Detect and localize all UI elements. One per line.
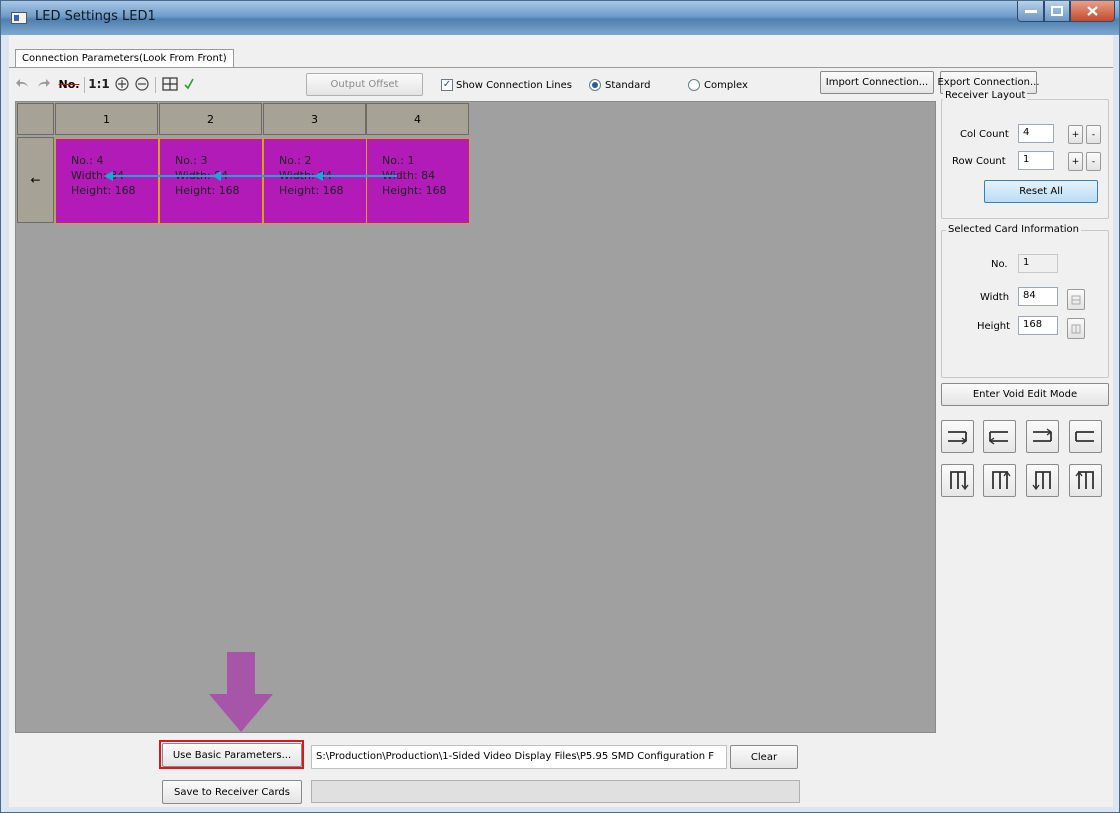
card-width-label: Width: [980, 292, 1010, 303]
apply-width-icon[interactable]: [1067, 289, 1085, 310]
title-bar: LED Settings LED1: [1, 1, 1119, 35]
config-file-path-field[interactable]: S:\Production\Production\1-Sided Video D…: [311, 745, 727, 769]
route-horizontal-left-icon[interactable]: [983, 420, 1016, 453]
route-vertical-down-left-icon[interactable]: [1026, 464, 1059, 497]
complex-label: Complex: [704, 79, 748, 91]
route-horizontal-left-top-icon[interactable]: [1069, 420, 1102, 453]
complex-radio[interactable]: Complex: [688, 79, 748, 91]
connection-line: [107, 175, 397, 177]
maximize-button[interactable]: [1044, 1, 1070, 22]
toolbar-separator: [84, 77, 85, 93]
card-height-label: Height: [977, 321, 1011, 332]
actual-size-button[interactable]: 1:1: [88, 74, 110, 94]
grid-icon[interactable]: [161, 74, 179, 94]
standard-label: Standard: [605, 79, 651, 91]
selected-card-title: Selected Card Information: [946, 224, 1081, 235]
receiver-card[interactable]: No.: 3 Width: 84 Height: 168: [159, 138, 263, 224]
apply-height-icon[interactable]: [1067, 318, 1085, 339]
window-controls: [1017, 1, 1115, 23]
highlight-box: [159, 740, 304, 769]
show-connection-lines-checkbox[interactable]: ✓ Show Connection Lines: [441, 79, 572, 91]
connection-arrow-icon: [212, 171, 221, 181]
column-header[interactable]: 4: [366, 103, 469, 135]
grid-corner: [17, 103, 54, 135]
right-panel: Receiver Layout Col Count 4 + - Row Coun…: [939, 79, 1113, 739]
route-vertical-up-icon[interactable]: [983, 464, 1016, 497]
col-count-label: Col Count: [960, 129, 1009, 140]
window-title: LED Settings LED1: [35, 9, 156, 24]
standard-radio[interactable]: Standard: [589, 79, 651, 91]
minimize-icon: [1024, 10, 1037, 13]
row-count-field[interactable]: 1: [1018, 151, 1054, 170]
enter-void-edit-mode-button[interactable]: Enter Void Edit Mode: [941, 383, 1109, 406]
card-height: Height: 168: [279, 184, 344, 197]
radio-unselected-icon: [688, 79, 700, 91]
show-connection-lines-label: Show Connection Lines: [456, 79, 572, 91]
window-client-area: Connection Parameters(Look From Front) N…: [9, 35, 1113, 807]
column-header[interactable]: 2: [159, 103, 262, 135]
selected-card-group: Selected Card Information No. 1 Width 84…: [941, 224, 1109, 378]
redo-icon[interactable]: [35, 74, 51, 94]
card-number: No.: 2: [279, 154, 312, 167]
card-height: Height: 168: [382, 184, 447, 197]
card-height: Height: 168: [71, 184, 136, 197]
undo-icon[interactable]: [15, 74, 31, 94]
connection-grid[interactable]: 1 2 3 4 ← No.: 4 Width: 84 Height: 168 N…: [15, 101, 936, 733]
column-header[interactable]: 1: [55, 103, 158, 135]
receiver-card[interactable]: No.: 1 Width: 84 Height: 168: [366, 138, 470, 224]
col-count-plus-button[interactable]: +: [1068, 125, 1083, 144]
col-count-field[interactable]: 4: [1018, 124, 1054, 143]
card-height-field[interactable]: 168: [1018, 316, 1058, 335]
row-count-plus-button[interactable]: +: [1068, 152, 1083, 171]
led-settings-window: LED Settings LED1 Connection Parameters(…: [0, 0, 1120, 813]
radio-selected-icon: [589, 79, 601, 91]
route-vertical-up-left-icon[interactable]: [1069, 464, 1102, 497]
clear-button[interactable]: Clear: [730, 745, 798, 769]
card-number: No.: 3: [175, 154, 208, 167]
progress-bar: [311, 780, 800, 803]
card-number: No.: 1: [382, 154, 415, 167]
maximize-icon: [1051, 6, 1063, 16]
col-count-minus-button[interactable]: -: [1086, 125, 1101, 144]
card-width-field[interactable]: 84: [1018, 287, 1058, 306]
route-horizontal-right-icon[interactable]: [941, 420, 974, 453]
card-no-field: 1: [1018, 254, 1058, 273]
close-icon: [1087, 6, 1098, 16]
tab-connection-parameters[interactable]: Connection Parameters(Look From Front): [15, 49, 234, 68]
zoom-in-icon[interactable]: [114, 74, 130, 94]
row-header[interactable]: ←: [17, 137, 54, 223]
receiver-card[interactable]: No.: 4 Width: 84 Height: 168: [55, 138, 159, 224]
annotation-arrow-icon: [209, 652, 273, 732]
bottom-bar: Use Basic Parameters... S:\Production\Pr…: [9, 733, 1113, 807]
connection-arrow-icon: [314, 171, 323, 181]
column-header[interactable]: 3: [263, 103, 366, 135]
route-horizontal-right-top-icon[interactable]: [1026, 420, 1059, 453]
card-number: No.: 4: [71, 154, 104, 167]
row-count-minus-button[interactable]: -: [1086, 152, 1101, 171]
receiver-layout-group: Receiver Layout Col Count 4 + - Row Coun…: [941, 90, 1109, 219]
row-count-label: Row Count: [952, 156, 1006, 167]
output-offset-button[interactable]: Output Offset: [306, 73, 423, 96]
reset-all-button[interactable]: Reset All: [984, 180, 1098, 203]
tab-divider: [9, 67, 1113, 68]
import-connection-button[interactable]: Import Connection...: [820, 71, 934, 94]
app-icon: [11, 12, 27, 24]
checkmark-icon[interactable]: [183, 74, 195, 94]
connection-arrow-icon: [104, 171, 113, 181]
zoom-out-icon[interactable]: [134, 74, 150, 94]
checkbox-checked-icon: ✓: [441, 79, 453, 91]
save-to-receiver-cards-button[interactable]: Save to Receiver Cards: [162, 780, 302, 804]
receiver-layout-title: Receiver Layout: [943, 90, 1028, 101]
card-no-label: No.: [991, 259, 1008, 270]
close-button[interactable]: [1070, 1, 1115, 22]
toolbar-separator: [155, 77, 156, 93]
receiver-card[interactable]: No.: 2 Width: 84 Height: 168: [263, 138, 367, 224]
minimize-button[interactable]: [1017, 1, 1044, 22]
card-height: Height: 168: [175, 184, 240, 197]
route-vertical-down-icon[interactable]: [941, 464, 974, 497]
hide-number-button[interactable]: No.: [58, 74, 80, 94]
